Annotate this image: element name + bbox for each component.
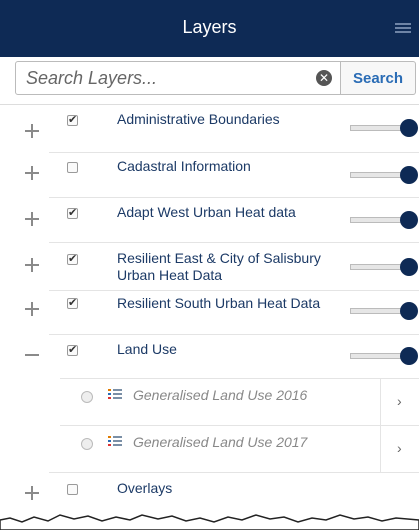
divider <box>49 334 419 335</box>
sublayer-row[interactable]: Generalised Land Use 2017 › <box>70 425 419 472</box>
search-button[interactable]: Search <box>341 61 416 95</box>
panel-title: Layers <box>182 17 237 37</box>
layer-checkbox[interactable] <box>67 484 78 495</box>
layer-label: Cadastral Information <box>117 158 251 174</box>
opacity-slider-track[interactable] <box>350 125 406 131</box>
chevron-right-icon[interactable]: › <box>397 440 402 456</box>
opacity-slider-thumb[interactable] <box>400 211 418 229</box>
layer-label: Resilient East & City of Salisbury Urban… <box>117 250 321 283</box>
clear-icon[interactable]: ✕ <box>316 70 332 86</box>
divider <box>49 197 419 198</box>
sublayer-detail-cell[interactable]: › <box>380 425 419 472</box>
sublayer-label: Generalised Land Use 2016 <box>133 387 308 403</box>
expand-plus-icon[interactable] <box>25 124 39 138</box>
opacity-slider-thumb[interactable] <box>400 258 418 276</box>
layer-label: Overlays <box>117 480 173 496</box>
hamburger-icon[interactable] <box>395 23 411 35</box>
layer-checkbox[interactable] <box>67 113 78 126</box>
search-box: ✕ <box>15 61 341 95</box>
layer-label: Land Use <box>117 341 177 357</box>
expand-plus-icon[interactable] <box>25 212 39 226</box>
sublayer-detail-cell[interactable]: › <box>380 378 419 425</box>
opacity-slider-thumb[interactable] <box>400 302 418 320</box>
search-input[interactable] <box>16 62 306 94</box>
layer-checkbox[interactable] <box>67 296 78 309</box>
layer-label: Adapt West Urban Heat data <box>117 204 296 220</box>
opacity-slider-thumb[interactable] <box>400 166 418 184</box>
sublayer-label: Generalised Land Use 2017 <box>133 434 308 450</box>
opacity-slider-track[interactable] <box>350 217 406 223</box>
legend-icon <box>108 388 122 402</box>
expand-plus-icon[interactable] <box>25 166 39 180</box>
opacity-slider-thumb[interactable] <box>400 347 418 365</box>
layer-label: Resilient South Urban Heat Data <box>117 295 321 311</box>
collapse-minus-icon[interactable] <box>25 348 39 362</box>
divider <box>49 242 419 243</box>
layer-checkbox[interactable] <box>67 252 78 265</box>
sublayer-radio[interactable] <box>81 438 93 450</box>
panel-header: Layers <box>0 0 419 57</box>
sublayer-row[interactable]: Generalised Land Use 2016 › <box>70 378 419 425</box>
layer-label: Administrative Boundaries <box>117 111 280 127</box>
opacity-slider-track[interactable] <box>350 353 406 359</box>
sublayer-radio[interactable] <box>81 391 93 403</box>
torn-paper-edge <box>0 514 419 530</box>
layers-panel: Layers ✕ Search Administrative Boundarie… <box>0 0 419 530</box>
layer-checkbox[interactable] <box>67 343 78 356</box>
chevron-right-icon[interactable]: › <box>397 393 402 409</box>
divider <box>49 290 419 291</box>
divider <box>49 152 419 153</box>
legend-icon <box>108 435 122 449</box>
divider <box>49 472 419 473</box>
layer-checkbox[interactable] <box>67 162 78 173</box>
expand-plus-icon[interactable] <box>25 486 39 500</box>
layer-checkbox[interactable] <box>67 206 78 219</box>
opacity-slider-track[interactable] <box>350 264 406 270</box>
opacity-slider-thumb[interactable] <box>400 119 418 137</box>
opacity-slider-track[interactable] <box>350 172 406 178</box>
expand-plus-icon[interactable] <box>25 258 39 272</box>
expand-plus-icon[interactable] <box>25 302 39 316</box>
opacity-slider-track[interactable] <box>350 308 406 314</box>
